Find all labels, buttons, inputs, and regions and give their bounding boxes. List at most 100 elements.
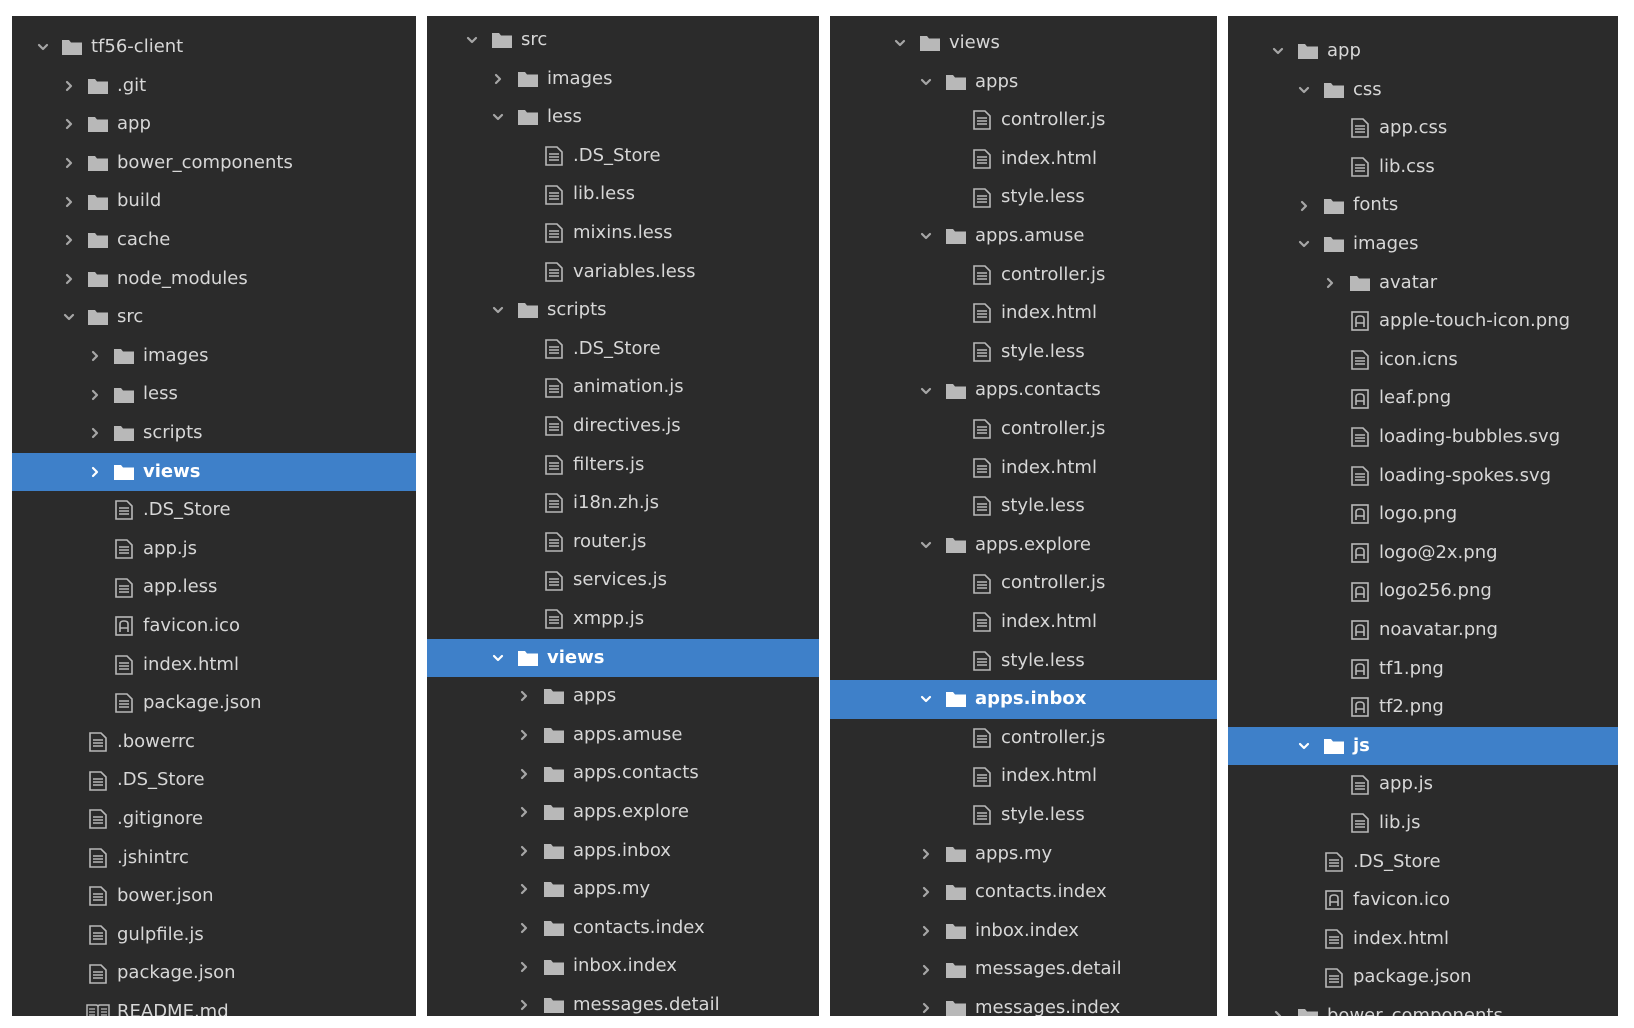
tree-file-row[interactable]: package.json bbox=[12, 954, 416, 993]
tree-folder-row[interactable]: app bbox=[1228, 32, 1618, 71]
tree-folder-row[interactable]: apps.contacts bbox=[427, 754, 819, 793]
chevron-down-icon[interactable] bbox=[491, 291, 505, 330]
tree-file-row[interactable]: variables.less bbox=[427, 253, 819, 292]
tree-folder-row[interactable]: avatar bbox=[1228, 264, 1618, 303]
tree-file-row[interactable]: controller.js bbox=[830, 564, 1217, 603]
tree-folder-row[interactable]: node_modules bbox=[12, 260, 416, 299]
tree-file-row[interactable]: controller.js bbox=[830, 256, 1217, 295]
chevron-down-icon[interactable] bbox=[919, 371, 933, 410]
tree-folder-row[interactable]: apps.inbox bbox=[830, 680, 1217, 719]
chevron-right-icon[interactable] bbox=[62, 221, 76, 260]
tree-file-row[interactable]: .DS_Store bbox=[427, 330, 819, 369]
tree-file-row[interactable]: logo@2x.png bbox=[1228, 534, 1618, 573]
chevron-right-icon[interactable] bbox=[517, 986, 531, 1016]
tree-file-row[interactable]: gulpfile.js bbox=[12, 916, 416, 955]
chevron-right-icon[interactable] bbox=[1271, 997, 1285, 1016]
chevron-down-icon[interactable] bbox=[1297, 727, 1311, 766]
chevron-right-icon[interactable] bbox=[88, 375, 102, 414]
chevron-down-icon[interactable] bbox=[1297, 71, 1311, 110]
chevron-right-icon[interactable] bbox=[1323, 264, 1337, 303]
tree-file-row[interactable]: tf1.png bbox=[1228, 650, 1618, 689]
tree-folder-row[interactable]: less bbox=[12, 375, 416, 414]
tree-file-row[interactable]: .gitignore bbox=[12, 800, 416, 839]
chevron-right-icon[interactable] bbox=[62, 260, 76, 299]
chevron-right-icon[interactable] bbox=[62, 182, 76, 221]
chevron-right-icon[interactable] bbox=[517, 870, 531, 909]
tree-folder-row[interactable]: apps.my bbox=[830, 835, 1217, 874]
tree-folder-row[interactable]: tf56-client bbox=[12, 28, 416, 67]
tree-folder-row[interactable]: apps.amuse bbox=[830, 217, 1217, 256]
tree-folder-row[interactable]: less bbox=[427, 98, 819, 137]
chevron-right-icon[interactable] bbox=[62, 105, 76, 144]
tree-file-row[interactable]: i18n.zh.js bbox=[427, 484, 819, 523]
tree-folder-row[interactable]: cache bbox=[12, 221, 416, 260]
tree-file-row[interactable]: .DS_Store bbox=[12, 761, 416, 800]
tree-folder-row[interactable]: inbox.index bbox=[830, 912, 1217, 951]
tree-folder-row[interactable]: scripts bbox=[427, 291, 819, 330]
tree-file-row[interactable]: favicon.ico bbox=[1228, 881, 1618, 920]
tree-folder-row[interactable]: inbox.index bbox=[427, 947, 819, 986]
tree-file-row[interactable]: apple-touch-icon.png bbox=[1228, 302, 1618, 341]
chevron-right-icon[interactable] bbox=[919, 835, 933, 874]
tree-file-row[interactable]: .DS_Store bbox=[427, 137, 819, 176]
tree-file-row[interactable]: index.html bbox=[830, 757, 1217, 796]
tree-folder-row[interactable]: build bbox=[12, 182, 416, 221]
tree-file-row[interactable]: icon.icns bbox=[1228, 341, 1618, 380]
tree-folder-row[interactable]: js bbox=[1228, 726, 1618, 766]
tree-folder-row[interactable]: bower_components bbox=[12, 144, 416, 183]
tree-folder-row[interactable]: .git bbox=[12, 67, 416, 106]
tree-file-row[interactable]: index.html bbox=[830, 294, 1217, 333]
tree-file-row[interactable]: controller.js bbox=[830, 719, 1217, 758]
tree-file-row[interactable]: index.html bbox=[12, 646, 416, 685]
tree-folder-row[interactable]: apps bbox=[830, 63, 1217, 102]
tree-file-row[interactable]: animation.js bbox=[427, 368, 819, 407]
chevron-right-icon[interactable] bbox=[1297, 186, 1311, 225]
tree-file-row[interactable]: logo.png bbox=[1228, 495, 1618, 534]
chevron-down-icon[interactable] bbox=[36, 28, 50, 67]
chevron-right-icon[interactable] bbox=[919, 873, 933, 912]
tree-folder-row[interactable]: apps.my bbox=[427, 870, 819, 909]
chevron-right-icon[interactable] bbox=[919, 989, 933, 1016]
tree-folder-row[interactable]: src bbox=[12, 298, 416, 337]
tree-folder-row[interactable]: apps.amuse bbox=[427, 716, 819, 755]
tree-file-row[interactable]: .DS_Store bbox=[12, 491, 416, 530]
chevron-down-icon[interactable] bbox=[919, 680, 933, 719]
tree-folder-row[interactable]: apps bbox=[427, 677, 819, 716]
tree-folder-row[interactable]: views bbox=[427, 638, 819, 678]
chevron-right-icon[interactable] bbox=[88, 453, 102, 492]
tree-file-row[interactable]: package.json bbox=[1228, 958, 1618, 997]
tree-folder-row[interactable]: images bbox=[427, 60, 819, 99]
tree-file-row[interactable]: controller.js bbox=[830, 410, 1217, 449]
tree-file-row[interactable]: README.md bbox=[12, 993, 416, 1016]
tree-file-row[interactable]: mixins.less bbox=[427, 214, 819, 253]
tree-folder-row[interactable]: views bbox=[830, 24, 1217, 63]
tree-file-row[interactable]: app.js bbox=[1228, 765, 1618, 804]
tree-file-row[interactable]: noavatar.png bbox=[1228, 611, 1618, 650]
tree-file-row[interactable]: controller.js bbox=[830, 101, 1217, 140]
tree-file-row[interactable]: app.css bbox=[1228, 109, 1618, 148]
tree-file-row[interactable]: index.html bbox=[1228, 920, 1618, 959]
chevron-down-icon[interactable] bbox=[491, 639, 505, 678]
chevron-right-icon[interactable] bbox=[491, 60, 505, 99]
tree-file-row[interactable]: .jshintrc bbox=[12, 839, 416, 878]
tree-file-row[interactable]: app.less bbox=[12, 568, 416, 607]
tree-folder-row[interactable]: scripts bbox=[12, 414, 416, 453]
tree-file-row[interactable]: style.less bbox=[830, 642, 1217, 681]
tree-file-row[interactable]: lib.js bbox=[1228, 804, 1618, 843]
tree-folder-row[interactable]: images bbox=[1228, 225, 1618, 264]
tree-folder-row[interactable]: contacts.index bbox=[427, 909, 819, 948]
chevron-right-icon[interactable] bbox=[88, 337, 102, 376]
tree-file-row[interactable]: index.html bbox=[830, 603, 1217, 642]
chevron-right-icon[interactable] bbox=[88, 414, 102, 453]
chevron-right-icon[interactable] bbox=[919, 912, 933, 951]
chevron-down-icon[interactable] bbox=[919, 217, 933, 256]
chevron-right-icon[interactable] bbox=[62, 144, 76, 183]
chevron-right-icon[interactable] bbox=[517, 909, 531, 948]
tree-file-row[interactable]: directives.js bbox=[427, 407, 819, 446]
tree-file-row[interactable]: xmpp.js bbox=[427, 600, 819, 639]
tree-file-row[interactable]: filters.js bbox=[427, 446, 819, 485]
tree-folder-row[interactable]: messages.detail bbox=[427, 986, 819, 1016]
tree-file-row[interactable]: style.less bbox=[830, 333, 1217, 372]
tree-file-row[interactable]: .bowerrc bbox=[12, 723, 416, 762]
chevron-right-icon[interactable] bbox=[517, 793, 531, 832]
